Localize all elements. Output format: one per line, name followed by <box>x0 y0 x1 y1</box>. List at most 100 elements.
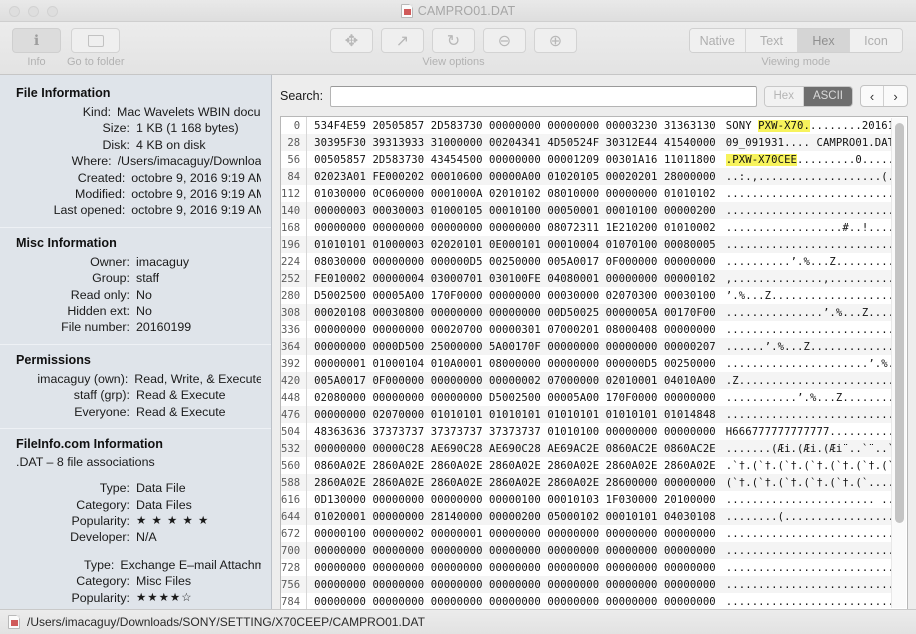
sidebar-row-key: imacaguy (own): <box>10 371 134 387</box>
view-options-group: ✥ ↗ ↻ ⊖ ⊕ View options <box>330 28 577 68</box>
hex-row[interactable]: 50448363636 37373737 37373737 37373737 0… <box>281 423 891 440</box>
sidebar-row-key: Created: <box>10 170 131 186</box>
zoom-in-button[interactable]: ⊕ <box>534 28 577 53</box>
zoom-in-icon: ⊕ <box>549 31 562 51</box>
hex-row[interactable]: 72800000000 00000000 00000000 00000000 0… <box>281 559 891 576</box>
search-prev-button[interactable]: ‹ <box>861 86 884 106</box>
hex-row[interactable]: 75600000000 00000000 00000000 00000000 0… <box>281 576 891 593</box>
hex-bytes: 00000000 00000000 00000000 00000000 0000… <box>307 576 716 593</box>
sidebar-section-heading: Misc Information <box>16 236 261 250</box>
hex-row[interactable]: 22408030000 00000000 000000D5 00250000 0… <box>281 253 891 270</box>
hex-offset: 784 <box>281 593 307 609</box>
hex-row[interactable]: 64401020001 00000000 28140000 00000200 0… <box>281 508 891 525</box>
hex-row[interactable]: 252FE010002 00000004 03000701 030100FE 0… <box>281 270 891 287</box>
hex-row[interactable]: 67200000100 00000002 00000001 00000000 0… <box>281 525 891 542</box>
sidebar-row-key: Group: <box>10 270 136 286</box>
hex-offset: 588 <box>281 474 307 491</box>
hex-row[interactable]: 2830395F30 39313933 31000000 00204341 4D… <box>281 134 891 151</box>
sidebar-row-key: Type: <box>10 557 120 573</box>
sidebar-row: Last opened:octobre 9, 2016 9:19 AM <box>10 202 261 218</box>
hex-offset: 336 <box>281 321 307 338</box>
hex-ascii: ............................ <box>716 525 891 542</box>
sidebar-row: Where:/Users/imacaguy/Downloads… <box>10 153 261 169</box>
hex-row[interactable]: 6160D130000 00000000 00000000 00000100 0… <box>281 491 891 508</box>
search-next-button[interactable]: › <box>884 86 907 106</box>
info-icon: ℹ <box>34 32 39 49</box>
hex-bytes: 2860A02E 2860A02E 2860A02E 2860A02E 2860… <box>307 474 716 491</box>
search-mode-ascii[interactable]: ASCII <box>804 87 852 106</box>
hex-row[interactable]: 420005A0017 0F000000 00000000 00000002 0… <box>281 372 891 389</box>
sidebar-row: Type:Data File <box>10 480 261 496</box>
hex-bytes: 08030000 00000000 000000D5 00250000 005A… <box>307 253 716 270</box>
sidebar-section: File InformationKind:Mac Wavelets WBIN d… <box>0 86 271 219</box>
hex-offset: 140 <box>281 202 307 219</box>
hex-row[interactable]: 14000000003 00030003 01000105 00010100 0… <box>281 202 891 219</box>
window-title: CAMPRO01.DAT <box>418 4 516 18</box>
hex-scroll-area: 0534F4E59 20505857 2D583730 00000000 000… <box>281 117 891 609</box>
hex-bytes: FE010002 00000004 03000701 030100FE 0408… <box>307 270 716 287</box>
info-button[interactable]: ℹ <box>12 28 61 53</box>
hex-offset: 112 <box>281 185 307 202</box>
sidebar-row-value: staff <box>136 270 159 286</box>
hex-row[interactable]: 5882860A02E 2860A02E 2860A02E 2860A02E 2… <box>281 474 891 491</box>
hex-row[interactable]: 16800000000 00000000 00000000 00000000 0… <box>281 219 891 236</box>
sidebar-row-value: 20160199 <box>136 319 191 335</box>
sidebar-row-key: Where: <box>10 153 118 169</box>
hex-row[interactable]: 19601010101 01000003 02020101 0E000101 0… <box>281 236 891 253</box>
hex-ascii: ..........................HH <box>716 406 891 423</box>
hex-row[interactable]: 0534F4E59 20505857 2D583730 00000000 000… <box>281 117 891 134</box>
hex-ascii: ....................... ... <box>716 491 891 508</box>
hex-row[interactable]: 39200000001 01000104 010A0001 08000000 0… <box>281 355 891 372</box>
hex-bytes: 00000001 01000104 010A0001 08000000 0000… <box>307 355 716 372</box>
search-input[interactable] <box>330 86 756 107</box>
sidebar-section: Permissions imacaguy (own):Read, Write, &… <box>0 353 271 420</box>
sidebar-divider <box>0 428 271 429</box>
search-mode-hex[interactable]: Hex <box>765 87 804 106</box>
rotate-button[interactable]: ↻ <box>432 28 475 53</box>
hex-row[interactable]: 36400000000 0000D500 25000000 5A00170F 0… <box>281 338 891 355</box>
viewing-mode-native[interactable]: Native <box>690 29 746 52</box>
expand-button[interactable]: ↗ <box>381 28 424 53</box>
go-to-folder-button[interactable] <box>71 28 120 53</box>
zoom-out-button[interactable]: ⊖ <box>483 28 526 53</box>
hex-offset: 476 <box>281 406 307 423</box>
popularity-stars: ★ ★ ★ ★ ★ <box>136 513 209 529</box>
hex-bytes: 0860A02E 2860A02E 2860A02E 2860A02E 2860… <box>307 457 716 474</box>
sidebar-row-group: imacaguy (own):Read, Write, & Executesta… <box>10 371 261 420</box>
hex-offset: 84 <box>281 168 307 185</box>
hex-row[interactable]: 47600000000 02070000 01010101 01010101 0… <box>281 406 891 423</box>
search-match-highlight: PXW-X70. <box>758 120 810 132</box>
hex-ascii: .`†.(`†.(`†.(`†.(`†.(`†.(`†. <box>716 457 891 474</box>
sidebar-row: Modified:octobre 9, 2016 9:19 AM <box>10 186 261 202</box>
hex-row[interactable]: 53200000000 00000C28 AE690C28 AE690C28 A… <box>281 440 891 457</box>
hex-offset: 56 <box>281 151 307 168</box>
hex-row[interactable]: 5600860A02E 2860A02E 2860A02E 2860A02E 2… <box>281 457 891 474</box>
hex-bytes: 00000100 00000002 00000001 00000000 0000… <box>307 525 716 542</box>
sidebar-row-key: Size: <box>10 120 136 136</box>
sidebar-row-key: Owner: <box>10 254 136 270</box>
search-match-highlight: .PXW-X70CEE <box>726 154 797 166</box>
sidebar-row: Kind:Mac Wavelets WBIN document <box>10 104 261 120</box>
hex-row[interactable]: 33600000000 00000000 00020700 00000301 0… <box>281 321 891 338</box>
sidebar-row-value: imacaguy <box>136 254 189 270</box>
hex-row[interactable]: 70000000000 00000000 00000000 00000000 0… <box>281 542 891 559</box>
viewing-mode-hex[interactable]: Hex <box>798 29 850 52</box>
hex-bytes: 00000000 0000D500 25000000 5A00170F 0000… <box>307 338 716 355</box>
move-icon: ✥ <box>345 31 358 51</box>
hex-row[interactable]: 11201030000 0C060000 0001000A 02010102 0… <box>281 185 891 202</box>
move-button[interactable]: ✥ <box>330 28 373 53</box>
hex-ascii: ’.%...Z..................... <box>716 287 891 304</box>
viewing-mode-icon[interactable]: Icon <box>850 29 902 52</box>
sidebar-section-heading: Permissions <box>16 353 261 367</box>
hex-row[interactable]: 44802080000 00000000 00000000 D5002500 0… <box>281 389 891 406</box>
hex-row[interactable]: 280D5002500 00005A00 170F0000 00000000 0… <box>281 287 891 304</box>
hex-vertical-scrollbar[interactable] <box>891 118 906 608</box>
viewing-mode-text[interactable]: Text <box>746 29 798 52</box>
hex-row[interactable]: 8402023A01 FE000202 00010600 00000A00 01… <box>281 168 891 185</box>
sidebar-row-value: N/A <box>136 529 157 545</box>
hex-row[interactable]: 5600505857 2D583730 43454500 00000000 00… <box>281 151 891 168</box>
hex-scrollbar-thumb[interactable] <box>895 123 904 523</box>
hex-ascii: 09_091931.... CAMPRO01.DAT.. <box>716 134 891 151</box>
hex-row[interactable]: 78400000000 00000000 00000000 00000000 0… <box>281 593 891 609</box>
hex-row[interactable]: 30800020108 00030800 00000000 00000000 0… <box>281 304 891 321</box>
